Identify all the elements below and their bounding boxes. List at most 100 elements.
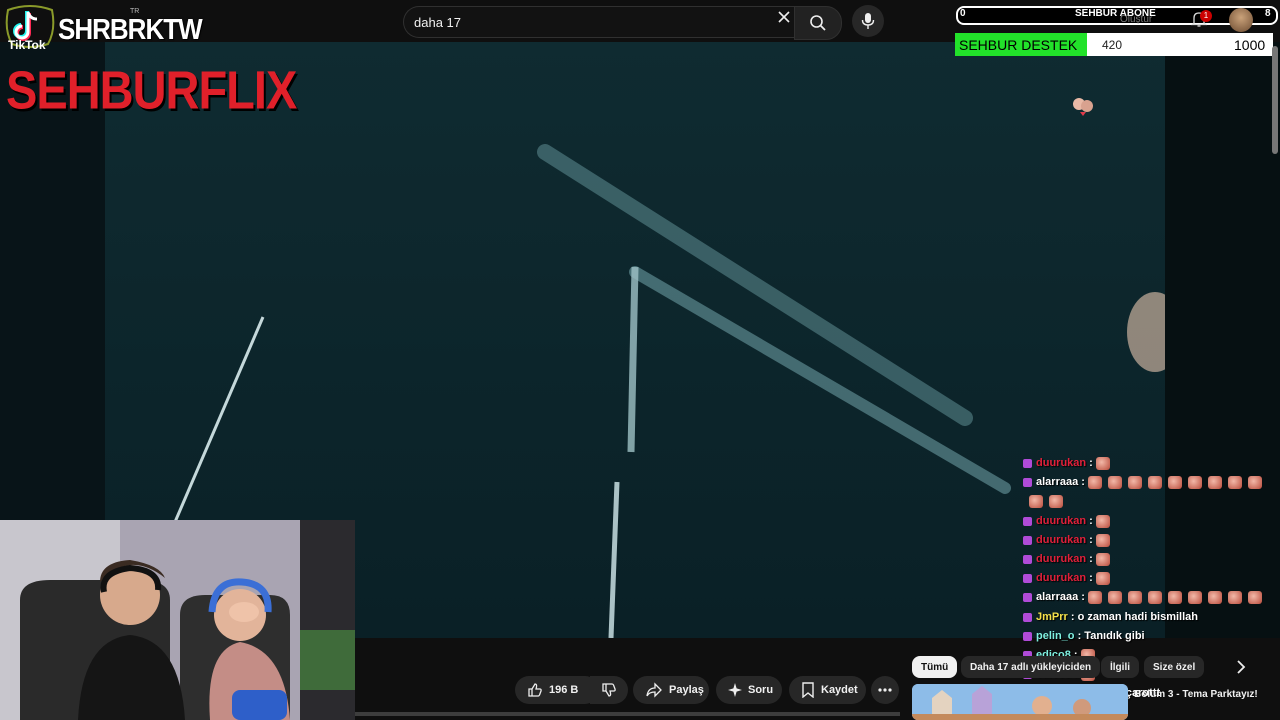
like-count: 196 B (549, 684, 579, 696)
video-progress-track[interactable] (355, 712, 900, 716)
chat-badge-icon (1023, 516, 1032, 526)
chat-badge-icon (1023, 631, 1032, 641)
chat-emote-icon (1108, 590, 1122, 604)
chat-username: duurukan (1036, 515, 1087, 527)
chat-username: alarraaa (1036, 591, 1079, 603)
search-query-text[interactable]: daha 17 (414, 15, 461, 30)
chat-emote-icon (1148, 590, 1162, 604)
chip-recommended[interactable]: Size özel (1144, 656, 1205, 678)
stream-brand-logo: SEHBURFLIX (6, 59, 297, 121)
chip-all[interactable]: Tümü (912, 656, 958, 678)
chat-emote-icon (1248, 475, 1262, 489)
chat-badge-icon (1023, 477, 1032, 487)
chat-badge-icon (1023, 554, 1032, 564)
search-button[interactable] (794, 6, 842, 40)
share-button[interactable]: Paylaş (633, 676, 709, 704)
chat-message: alarraaa : (1023, 473, 1262, 491)
chat-emote-icon (1188, 475, 1202, 489)
webcam-feed (0, 520, 355, 720)
chat-message: pelin_o : Tanıdık gibi (1023, 627, 1145, 645)
thumbs-down-icon (602, 683, 616, 697)
more-horizontal-icon (878, 688, 892, 692)
chat-badge-icon (1023, 573, 1032, 583)
chat-separator: : (1086, 534, 1096, 546)
tiktok-label: TikTok (8, 38, 46, 52)
chat-separator: : (1086, 515, 1096, 527)
donation-goal-label: SEHBUR DESTEK (959, 37, 1078, 53)
chat-emote-icon (1088, 475, 1102, 489)
chat-message: JmPrr : o zaman hadi bismillah (1023, 608, 1198, 626)
chat-message: duurukan : (1023, 550, 1110, 568)
chat-separator: : (1086, 572, 1096, 584)
thumbnail-art (912, 684, 1128, 720)
notification-badge: 1 (1200, 10, 1212, 22)
couple-sticker-icon (1073, 98, 1093, 116)
tiktok-handle: SHRBRKTW (58, 12, 203, 46)
thumbs-up-icon (528, 683, 542, 697)
chat-separator: : (1078, 476, 1088, 488)
chat-message: duurukan : (1023, 569, 1110, 587)
chat-emote-icon (1228, 590, 1242, 604)
create-button[interactable]: Oluştur (1120, 14, 1152, 25)
chat-emote-icon (1128, 590, 1142, 604)
save-button[interactable]: Kaydet (789, 676, 866, 704)
chat-message: duurukan : (1023, 454, 1110, 472)
chat-emote-icon (1248, 590, 1262, 604)
chat-emote-icon (1095, 571, 1110, 585)
chat-emote-icon (1168, 475, 1182, 489)
microphone-icon (861, 13, 875, 29)
chip-related[interactable]: İlgili (1101, 656, 1139, 678)
chat-username: pelin_o (1036, 630, 1075, 642)
chevron-right-icon (1237, 660, 1246, 674)
chat-message: duurukan : (1023, 512, 1110, 530)
chat-emote-icon (1128, 475, 1142, 489)
subscribe-goal-end: 8 (1265, 8, 1271, 19)
chat-username: duurukan (1036, 553, 1087, 565)
close-icon (778, 11, 790, 23)
sparkle-icon (728, 683, 742, 697)
page-scrollbar[interactable] (1272, 46, 1278, 154)
chat-badge-icon (1023, 592, 1032, 602)
chat-text: o zaman hadi bismillah (1077, 611, 1198, 623)
ask-button[interactable]: Soru (716, 676, 782, 704)
webcam-illustration (0, 520, 355, 720)
chat-emote-icon (1228, 475, 1242, 489)
search-input[interactable]: daha 17 (403, 6, 794, 38)
bookmark-icon (802, 682, 814, 698)
chat-badge-icon (1023, 535, 1032, 545)
chips-next-button[interactable] (1230, 656, 1252, 678)
voice-search-button[interactable] (852, 5, 884, 37)
more-actions-button[interactable] (871, 676, 899, 704)
recommended-video-title[interactable]: Bölüm 3 - Tema Parktayız! (1134, 687, 1274, 702)
chat-username: duurukan (1036, 534, 1087, 546)
chat-emote-icon (1029, 494, 1043, 508)
share-label: Paylaş (669, 684, 704, 696)
video-letterbox-right (1165, 42, 1280, 638)
chat-emote-icon (1108, 475, 1122, 489)
chat-separator: : (1086, 553, 1096, 565)
chat-emote-icon (1088, 590, 1102, 604)
chat-separator: : (1086, 457, 1096, 469)
chat-emote-icon (1208, 475, 1222, 489)
search-icon (810, 15, 826, 31)
dislike-button[interactable] (590, 676, 628, 704)
chat-username: duurukan (1036, 572, 1087, 584)
save-label: Kaydet (821, 684, 858, 696)
account-avatar[interactable] (1229, 8, 1253, 32)
chat-message: alarraaa : (1023, 588, 1262, 606)
recommended-video-thumbnail[interactable] (912, 684, 1128, 720)
chat-message: duurukan : (1023, 531, 1110, 549)
ask-label: Soru (748, 684, 774, 696)
subscribe-goal-start: 0 (960, 8, 966, 19)
chat-emote-icon (1208, 590, 1222, 604)
chat-badge-icon (1023, 612, 1032, 622)
like-button[interactable]: 196 B (515, 676, 599, 704)
chat-separator: : (1067, 611, 1078, 623)
chat-separator: : (1074, 630, 1085, 642)
donation-goal-target: 1000 (1234, 37, 1266, 53)
chat-separator: : (1078, 591, 1088, 603)
share-icon (646, 682, 662, 698)
clear-search-button[interactable] (774, 10, 794, 30)
chat-text: Tanıdık gibi (1084, 630, 1145, 642)
chip-from-uploader[interactable]: Daha 17 adlı yükleyiciden (961, 656, 1101, 678)
